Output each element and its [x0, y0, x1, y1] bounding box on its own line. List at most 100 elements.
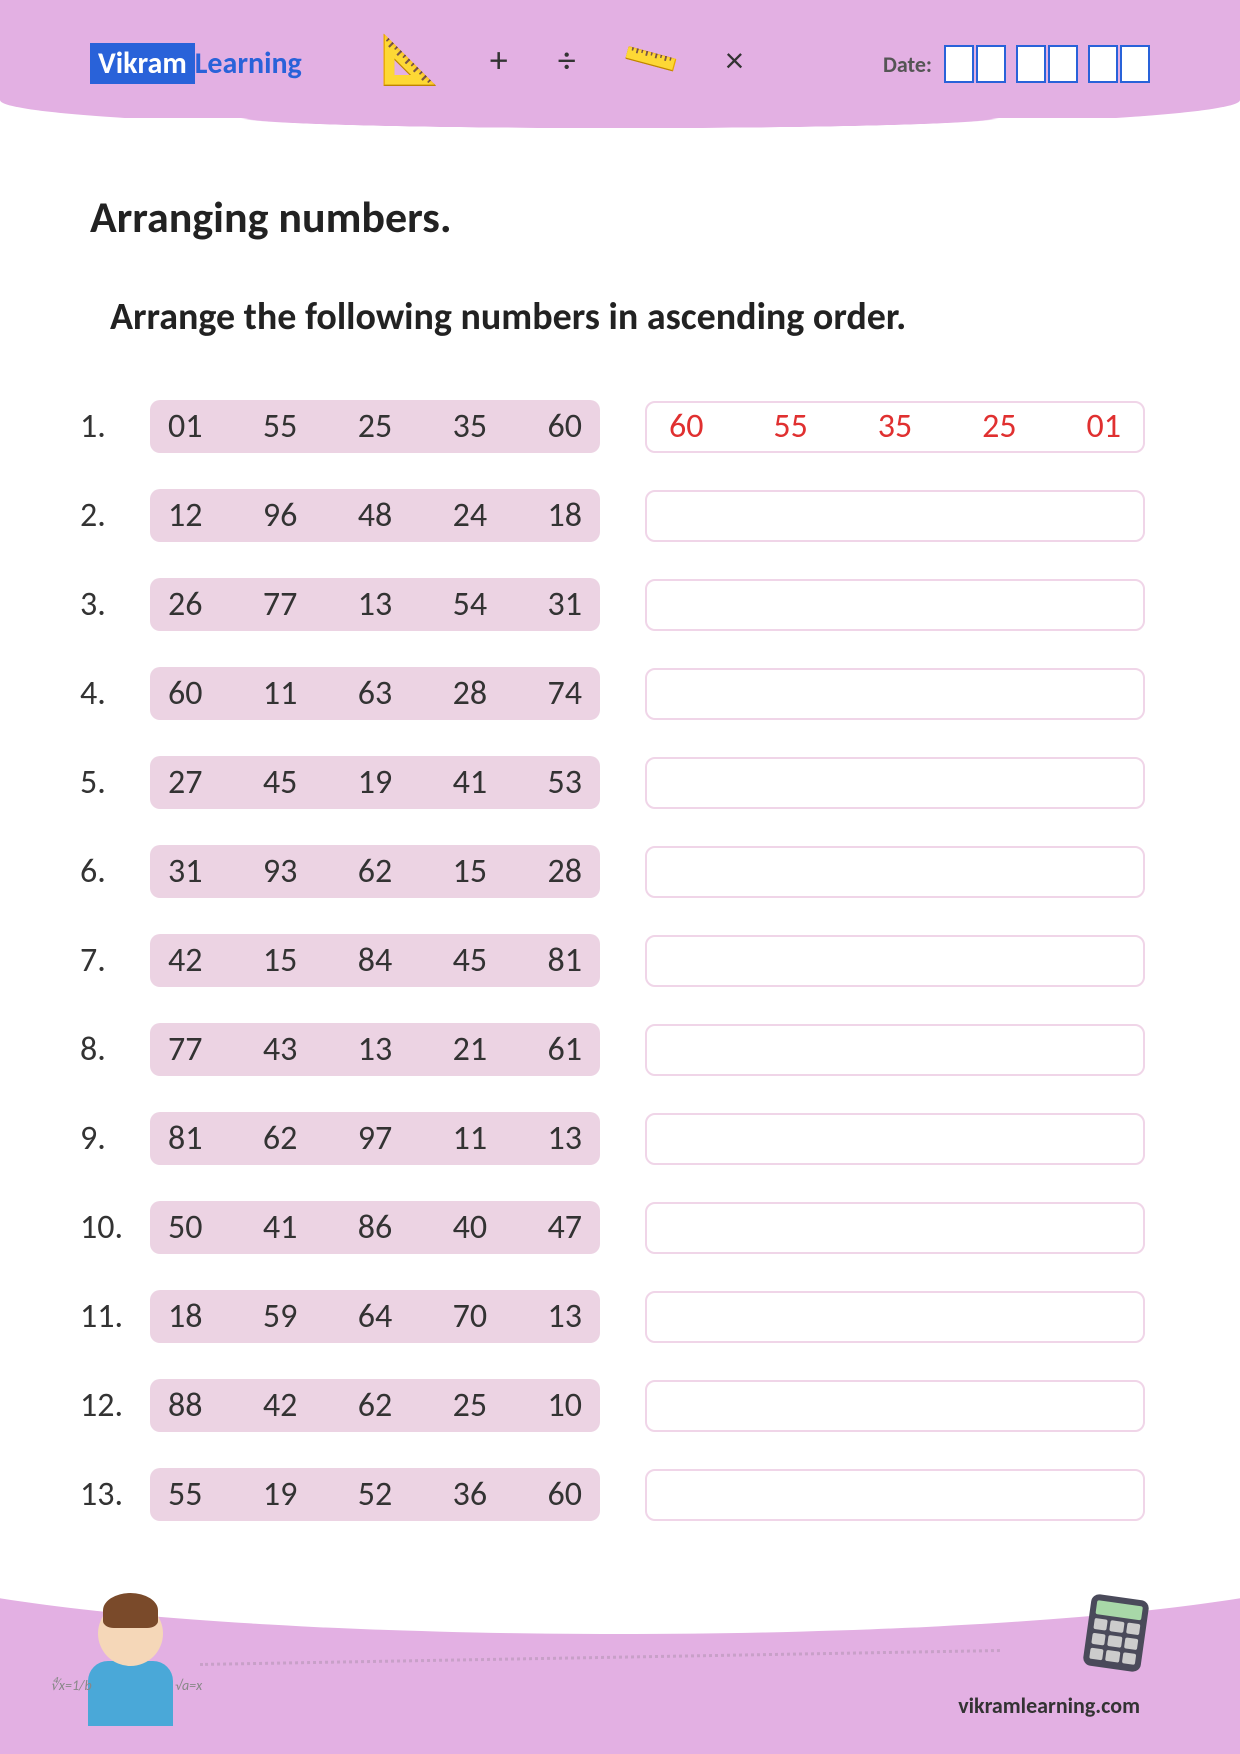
- number-value: 64: [358, 1296, 392, 1337]
- number-value: 28: [548, 851, 582, 892]
- number-value: 36: [453, 1474, 487, 1515]
- header-banner: VikramLearning 📐 + ÷ 📏 × Date:: [0, 0, 1240, 130]
- answer-box[interactable]: [645, 1469, 1145, 1521]
- problem-row: 9.8162971113: [80, 1112, 1160, 1165]
- problem-number: 3.: [80, 584, 135, 625]
- answer-value: 01: [1087, 406, 1121, 447]
- number-value: 93: [263, 851, 297, 892]
- number-value: 88: [168, 1385, 202, 1426]
- answer-box[interactable]: [645, 757, 1145, 809]
- problem-row: 1.01552535606055352501: [80, 400, 1160, 453]
- number-value: 47: [548, 1207, 582, 1248]
- problem-number: 4.: [80, 673, 135, 714]
- number-value: 27: [168, 762, 202, 803]
- number-list: 8842622510: [150, 1379, 600, 1432]
- number-list: 6011632874: [150, 667, 600, 720]
- problem-number: 8.: [80, 1029, 135, 1070]
- number-value: 11: [263, 673, 297, 714]
- date-box[interactable]: [1048, 45, 1078, 83]
- times-icon: ×: [725, 38, 743, 82]
- number-list: 5041864047: [150, 1201, 600, 1254]
- problem-row: 8.7743132161: [80, 1023, 1160, 1076]
- answer-value: 55: [773, 406, 807, 447]
- number-value: 13: [548, 1118, 582, 1159]
- date-box[interactable]: [1088, 45, 1118, 83]
- problem-row: 3.2677135431: [80, 578, 1160, 631]
- number-value: 31: [548, 584, 582, 625]
- page-title: Arranging numbers.: [90, 190, 1160, 244]
- logo-part2: Learning: [195, 45, 302, 82]
- number-value: 55: [168, 1474, 202, 1515]
- number-value: 15: [453, 851, 487, 892]
- answer-value: 35: [878, 406, 912, 447]
- number-list: 2677135431: [150, 578, 600, 631]
- number-list: 8162971113: [150, 1112, 600, 1165]
- problem-row: 4.6011632874: [80, 667, 1160, 720]
- date-box[interactable]: [976, 45, 1006, 83]
- number-value: 18: [548, 495, 582, 536]
- number-value: 13: [358, 584, 392, 625]
- date-section: Date:: [883, 45, 1150, 83]
- problems-list: 1.015525356060553525012.12964824183.2677…: [80, 400, 1160, 1521]
- number-value: 13: [358, 1029, 392, 1070]
- problem-number: 13.: [80, 1474, 135, 1515]
- number-value: 60: [168, 673, 202, 714]
- number-list: 7743132161: [150, 1023, 600, 1076]
- number-value: 42: [168, 940, 202, 981]
- date-box[interactable]: [1016, 45, 1046, 83]
- formula-decoration: √a=x: [175, 1677, 202, 1694]
- number-value: 74: [548, 673, 582, 714]
- problem-row: 13.5519523660: [80, 1468, 1160, 1521]
- problem-number: 9.: [80, 1118, 135, 1159]
- number-list: 4215844581: [150, 934, 600, 987]
- plus-icon: +: [490, 38, 508, 82]
- number-value: 70: [453, 1296, 487, 1337]
- answer-box[interactable]: [645, 1291, 1145, 1343]
- number-value: 62: [358, 1385, 392, 1426]
- problem-row: 2.1296482418: [80, 489, 1160, 542]
- problem-row: 5. 27 45 19 41 53: [80, 756, 1160, 809]
- answer-box[interactable]: [645, 1202, 1145, 1254]
- logo-part1: Vikram: [90, 43, 195, 84]
- number-value: 25: [453, 1385, 487, 1426]
- answer-box[interactable]: [645, 1024, 1145, 1076]
- answer-value: 60: [669, 406, 703, 447]
- number-value: 60: [548, 1474, 582, 1515]
- problem-row: 7.4215844581: [80, 934, 1160, 987]
- number-value: 53: [548, 762, 582, 803]
- date-box[interactable]: [1120, 45, 1150, 83]
- calculator-icon: [1082, 1593, 1149, 1672]
- number-list: 1296482418: [150, 489, 600, 542]
- number-list: 0155253560: [150, 400, 600, 453]
- answer-box[interactable]: [645, 490, 1145, 542]
- answer-box[interactable]: [645, 579, 1145, 631]
- problem-number: 1.: [80, 406, 135, 447]
- answer-box[interactable]: [645, 935, 1145, 987]
- date-box[interactable]: [944, 45, 974, 83]
- number-value: 11: [453, 1118, 487, 1159]
- number-value: 62: [263, 1118, 297, 1159]
- number-value: 41: [453, 762, 487, 803]
- answer-box[interactable]: [645, 1380, 1145, 1432]
- problem-number: 5.: [80, 762, 135, 803]
- answer-box[interactable]: [645, 846, 1145, 898]
- problem-number: 6.: [80, 851, 135, 892]
- triangle-ruler-icon: 📐: [380, 30, 440, 89]
- number-value: 86: [358, 1207, 392, 1248]
- number-list: 27 45 19 41 53: [150, 756, 600, 809]
- answer-box[interactable]: 6055352501: [645, 401, 1145, 453]
- number-value: 54: [453, 584, 487, 625]
- answer-box[interactable]: [645, 668, 1145, 720]
- number-value: 97: [358, 1118, 392, 1159]
- number-value: 43: [263, 1029, 297, 1070]
- number-value: 19: [358, 762, 392, 803]
- date-label: Date:: [883, 51, 932, 78]
- number-list: 3193621528: [150, 845, 600, 898]
- content: Arranging numbers. Arrange the following…: [0, 130, 1240, 1561]
- number-value: 45: [263, 762, 297, 803]
- number-list: 5519523660: [150, 1468, 600, 1521]
- number-value: 45: [453, 940, 487, 981]
- number-value: 12: [168, 495, 202, 536]
- answer-box[interactable]: [645, 1113, 1145, 1165]
- footer-banner: ∜x=1/b √a=x vikramlearning.com: [0, 1584, 1240, 1754]
